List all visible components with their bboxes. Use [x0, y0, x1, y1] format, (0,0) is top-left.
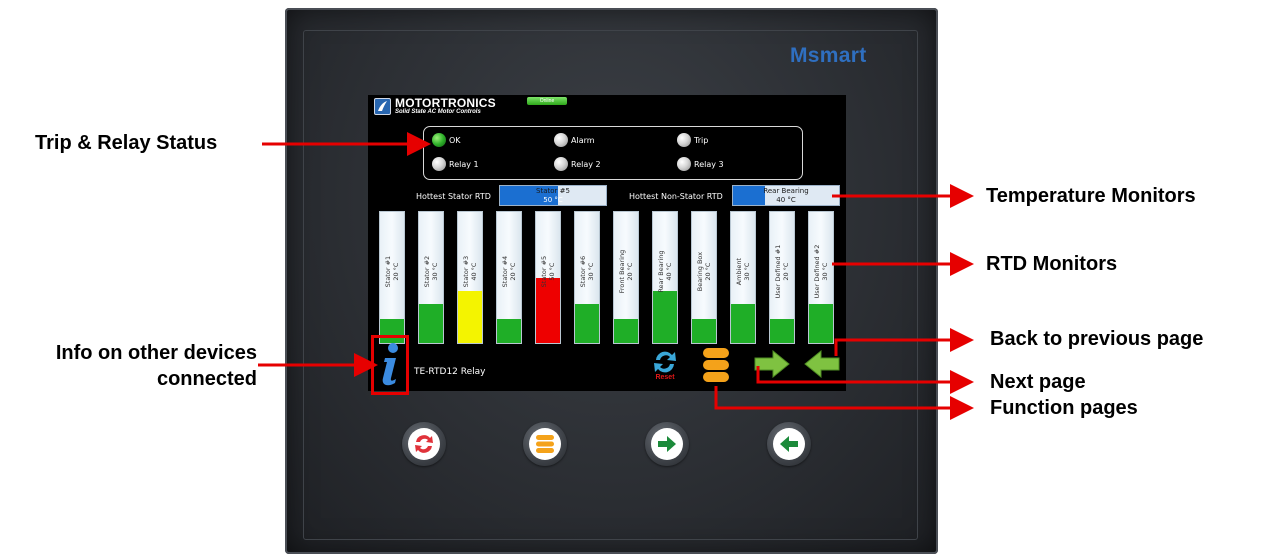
arrow-back: [834, 328, 974, 356]
label-next-page: Next page: [990, 371, 1086, 393]
arrow-next: [756, 366, 974, 394]
annotation-arrows: [258, 132, 974, 420]
label-trip-relay-status: Trip & Relay Status: [35, 132, 218, 154]
label-info-line-1: Info on other devices: [55, 342, 257, 364]
label-function-pages: Function pages: [990, 397, 1138, 419]
label-rtd-monitors: RTD Monitors: [986, 253, 1118, 275]
arrow-function: [714, 386, 974, 420]
label-info-line-2: connected: [156, 368, 257, 390]
label-temperature-monitors: Temperature Monitors: [986, 185, 1196, 207]
label-back-previous-page: Back to previous page: [990, 328, 1204, 350]
